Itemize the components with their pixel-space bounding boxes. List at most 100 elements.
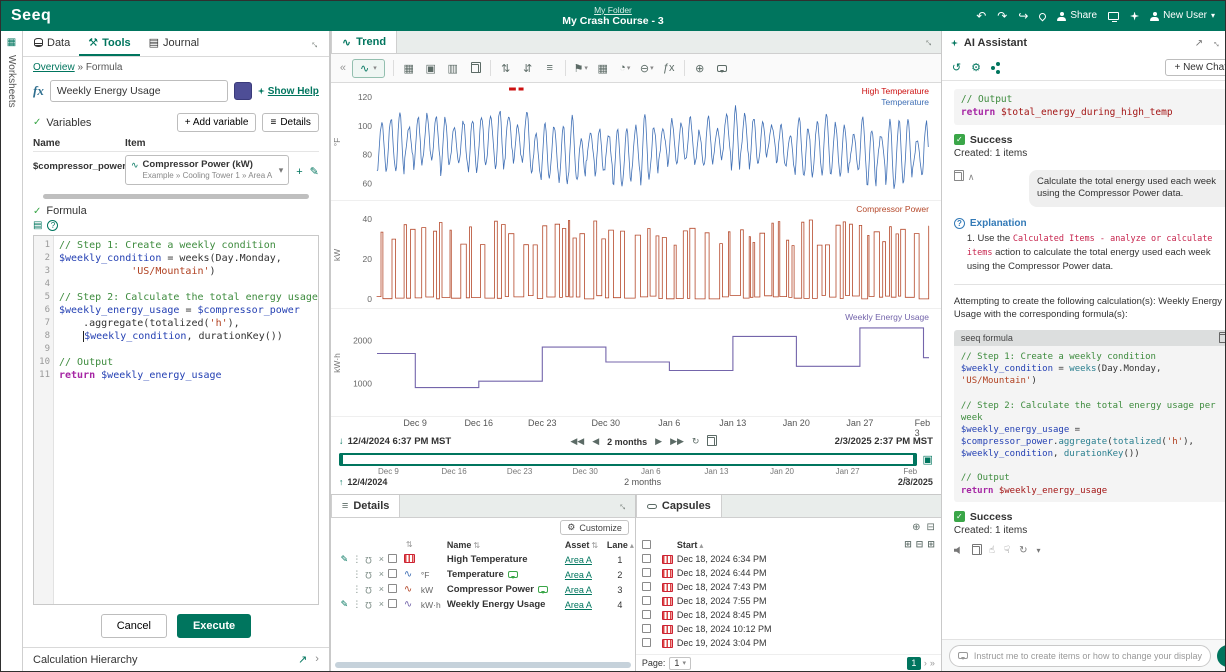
help-icon[interactable]: ? — [47, 220, 58, 231]
tab-trend[interactable]: ∿ Trend — [331, 31, 397, 53]
remove-column-icon[interactable]: ⊟ — [916, 539, 924, 550]
trend-lane-weekly-energy-usage[interactable]: kW·h10002000Weekly Energy Usage — [331, 309, 941, 417]
annotate-icon[interactable] — [712, 58, 732, 78]
execute-button[interactable]: Execute — [177, 614, 251, 638]
capsule-checkbox[interactable] — [642, 638, 662, 649]
user-menu[interactable]: New User ▾ — [1150, 11, 1215, 21]
capsule-checkbox[interactable] — [642, 610, 662, 621]
trend-lane-compressor-power[interactable]: kW02040Compressor Power — [331, 201, 941, 309]
capsule-row[interactable]: Dec 18, 2024 7:55 PM — [636, 594, 941, 608]
zoom-icon[interactable]: ⊕ — [690, 58, 710, 78]
external-link-icon[interactable]: ↗ — [298, 653, 307, 666]
share-button[interactable]: Share — [1057, 11, 1097, 21]
regenerate-icon[interactable]: ↻ — [1019, 545, 1027, 556]
asset-link[interactable]: Area A — [565, 600, 592, 610]
copy-icon[interactable] — [954, 172, 962, 181]
magnet-icon[interactable]: Ω — [362, 555, 375, 564]
capsules-col-start[interactable]: Start▴ — [677, 540, 935, 550]
redo-icon[interactable]: ↷ — [997, 10, 1007, 22]
code-line[interactable]: $weekly_condition, durationKey()) — [59, 330, 318, 343]
next-page-icon[interactable]: › — [924, 658, 927, 668]
screenshot-icon[interactable]: ▥ — [443, 58, 463, 78]
location-pin-icon[interactable] — [1039, 13, 1046, 20]
expand-panel-icon[interactable]: ↔ — [303, 31, 328, 56]
stack-lanes-icon[interactable]: ≡ — [540, 58, 560, 78]
trend-chart-area[interactable]: °F6080100120High TemperatureTemperaturek… — [331, 83, 941, 417]
table-view-icon[interactable]: ▦ — [399, 58, 419, 78]
step-forward-double-icon[interactable]: ▶▶ — [670, 436, 684, 447]
row-checkbox[interactable] — [388, 584, 404, 596]
capsule-row[interactable]: Dec 18, 2024 6:44 PM — [636, 566, 941, 580]
code-line[interactable]: // Step 1: Create a weekly condition — [59, 239, 318, 252]
read-aloud-icon[interactable] — [954, 546, 963, 555]
tab-journal[interactable]: ▤ Journal — [140, 31, 208, 56]
labels-icon[interactable]: ⚑▾ — [571, 58, 591, 78]
code-line[interactable]: $weekly_condition = weeks(Day.Monday, — [59, 252, 318, 265]
remove-item-icon[interactable]: × — [375, 570, 388, 579]
formula-section-header[interactable]: ✓ Formula — [23, 199, 329, 219]
ai-conversation[interactable]: // Outputreturn $total_energy_during_hig… — [942, 81, 1226, 639]
expand-trend-icon[interactable]: ↔ — [917, 30, 942, 55]
formula-editor[interactable]: 1234567891011 // Step 1: Create a weekly… — [33, 235, 319, 605]
page-size-select[interactable]: 1 ▾ — [669, 657, 691, 670]
gridlines-icon[interactable]: ▦ — [593, 58, 613, 78]
chevron-right-icon[interactable]: › — [315, 653, 319, 666]
variable-details-button[interactable]: ≡ Details — [262, 113, 318, 132]
undo-icon[interactable]: ↶ — [976, 10, 986, 22]
edit-item-icon[interactable]: ✎ — [337, 600, 352, 609]
capsule-row[interactable]: Dec 18, 2024 10:12 PM — [636, 622, 941, 636]
capsule-checkbox[interactable] — [642, 596, 662, 607]
step-forward-icon[interactable]: ▶ — [655, 436, 662, 447]
timeline-calendar-icon[interactable]: ▣ — [922, 453, 932, 466]
copy-response-icon[interactable] — [972, 546, 980, 555]
row-menu-icon[interactable]: ⋮ — [352, 555, 362, 564]
capsule-row[interactable]: Dec 18, 2024 8:45 PM — [636, 608, 941, 622]
details-row-weekly-energy-usage[interactable]: ✎⋮Ω×∿kW·hWeekly Energy UsageArea A4 — [331, 597, 635, 612]
zoom-to-capsules-icon[interactable]: ⊕ — [912, 522, 920, 533]
add-signal-axis-icon[interactable]: ⇅ — [496, 58, 516, 78]
code-line[interactable]: .aggregate(totalized('h'), — [59, 317, 318, 330]
tab-details[interactable]: ≡ Details — [331, 495, 401, 517]
show-help-link[interactable]: Show Help — [258, 86, 319, 97]
tab-capsules[interactable]: Capsules — [636, 495, 722, 517]
tab-data[interactable]: Data — [25, 31, 79, 56]
duration-label[interactable]: 2 months — [607, 437, 647, 447]
magnet-icon[interactable]: Ω — [362, 570, 375, 579]
row-checkbox[interactable] — [388, 554, 404, 566]
open-window-icon[interactable]: ↗ — [1195, 38, 1203, 49]
asset-link[interactable]: Area A — [565, 555, 592, 565]
folder-breadcrumb[interactable]: My Folder — [562, 5, 664, 15]
details-hscrollbar[interactable] — [335, 662, 631, 668]
item-dropdown-caret[interactable]: ▾ — [279, 165, 284, 176]
code-line[interactable]: $weekly_energy_usage = $compressor_power — [59, 304, 318, 317]
last-page-icon[interactable]: » — [930, 658, 935, 668]
sort-icon[interactable]: ⇅ — [406, 540, 421, 549]
copy-view-icon[interactable] — [465, 58, 485, 78]
thumbs-down-icon[interactable]: ☟ — [1004, 545, 1010, 556]
row-checkbox[interactable] — [388, 569, 404, 581]
magnet-icon[interactable]: Ω — [362, 600, 375, 609]
capsule-checkbox[interactable] — [642, 582, 662, 593]
editor-code[interactable]: // Step 1: Create a weekly condition$wee… — [54, 236, 318, 604]
row-menu-icon[interactable]: ⋮ — [352, 600, 362, 609]
share-chat-icon[interactable] — [991, 66, 995, 70]
dimming-icon[interactable]: ◔▾ — [615, 58, 635, 78]
code-line[interactable]: // Step 2: Calculate the total energy us… — [59, 291, 318, 304]
view-selector-button[interactable]: ∿ ▾ — [352, 59, 385, 78]
collapse-left-icon[interactable]: « — [336, 62, 350, 74]
timeline-start-arrow-icon[interactable]: ↑ — [339, 477, 344, 487]
breadcrumb-overview-link[interactable]: Overview — [33, 62, 75, 73]
capsule-row[interactable]: Dec 18, 2024 6:34 PM — [636, 552, 941, 566]
copy-code-icon[interactable] — [1219, 334, 1226, 343]
capsule-checkbox[interactable] — [642, 554, 662, 565]
color-swatch[interactable] — [234, 82, 252, 100]
tab-tools[interactable]: ⚒ Tools — [79, 31, 139, 56]
edit-item-icon[interactable]: ✎ — [337, 555, 352, 564]
range-start-arrow-icon[interactable]: ↓ — [339, 436, 344, 447]
explanation-header[interactable]: ? Explanation — [954, 218, 1226, 229]
step-back-icon[interactable]: ◀ — [592, 436, 599, 447]
formula-name-input[interactable]: Weekly Energy Usage — [50, 80, 228, 102]
capsule-row[interactable]: Dec 18, 2024 7:43 PM — [636, 580, 941, 594]
worksheets-icon[interactable]: ▦ — [7, 37, 16, 48]
remove-item-icon[interactable]: × — [375, 555, 388, 564]
